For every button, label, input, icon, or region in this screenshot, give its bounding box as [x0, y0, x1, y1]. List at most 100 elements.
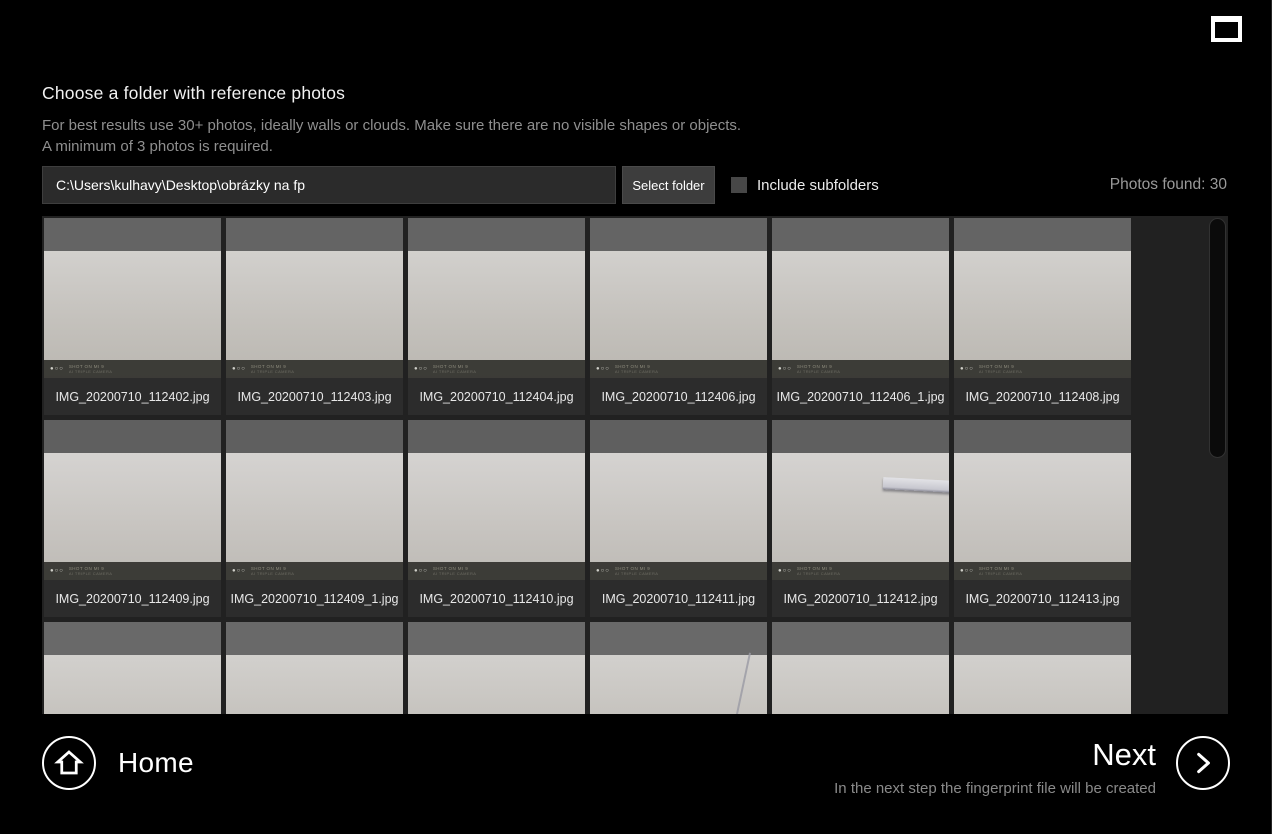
photo-wall-area — [590, 655, 767, 714]
watermark-line-2: AI TRIPLE CAMERA — [615, 369, 658, 374]
next-arrow-icon — [1176, 736, 1230, 790]
shot-on-mi-watermark: ●○○ SHOT ON MI 9 AI TRIPLE CAMERA — [772, 562, 949, 580]
photo-thumbnail: ●○○ SHOT ON MI 9 AI TRIPLE CAMERA — [226, 218, 403, 378]
photo-wall-area — [408, 655, 585, 714]
maximize-button[interactable] — [1211, 16, 1242, 42]
photo-tile[interactable]: ●○○ SHOT ON MI 9 AI TRIPLE CAMERA IMG_20… — [590, 218, 767, 415]
photo-top-band — [954, 420, 1131, 453]
photo-tile[interactable]: ●○○ SHOT ON MI 9 AI TRIPLE CAMERA IMG_20… — [226, 420, 403, 617]
photo-filename: IMG_20200710_112410.jpg — [408, 580, 585, 617]
photo-wall-area — [226, 655, 403, 714]
photo-wall-area — [590, 251, 767, 378]
home-button[interactable]: Home — [42, 736, 194, 790]
watermark-dots-icon: ●○○ — [596, 366, 610, 372]
photo-tile[interactable]: ●○○ SHOT ON MI 9 AI TRIPLE CAMERA IMG_20… — [44, 218, 221, 415]
home-label: Home — [118, 747, 194, 779]
page-subtitle: For best results use 30+ photos, ideally… — [42, 115, 741, 157]
photo-thumbnail: ●○○ SHOT ON MI 9 AI TRIPLE CAMERA — [44, 420, 221, 580]
photo-tile[interactable]: ●○○ SHOT ON MI 9 AI TRIPLE CAMERA IMG_20… — [954, 420, 1131, 617]
watermark-dots-icon: ●○○ — [596, 568, 610, 574]
photo-tile[interactable]: ●○○ SHOT ON MI 9 AI TRIPLE CAMERA — [44, 622, 221, 714]
photo-thumbnail: ●○○ SHOT ON MI 9 AI TRIPLE CAMERA — [44, 622, 221, 714]
photo-tile[interactable]: ●○○ SHOT ON MI 9 AI TRIPLE CAMERA IMG_20… — [44, 420, 221, 617]
photo-tile[interactable]: ●○○ SHOT ON MI 9 AI TRIPLE CAMERA — [226, 622, 403, 714]
photo-top-band — [590, 622, 767, 655]
photo-tile[interactable]: ●○○ SHOT ON MI 9 AI TRIPLE CAMERA — [408, 622, 585, 714]
photo-tile[interactable]: ●○○ SHOT ON MI 9 AI TRIPLE CAMERA IMG_20… — [408, 420, 585, 617]
watermark-dots-icon: ●○○ — [414, 366, 428, 372]
watermark-line-2: AI TRIPLE CAMERA — [797, 369, 840, 374]
photo-top-band — [954, 622, 1131, 655]
photos-found-count: Photos found: 30 — [1110, 176, 1227, 194]
photo-filename: IMG_20200710_112409_1.jpg — [226, 580, 403, 617]
photo-thumbnail: ●○○ SHOT ON MI 9 AI TRIPLE CAMERA — [408, 420, 585, 580]
photo-tile[interactable]: ●○○ SHOT ON MI 9 AI TRIPLE CAMERA IMG_20… — [772, 420, 949, 617]
subtitle-line-2: A minimum of 3 photos is required. — [42, 136, 741, 157]
photo-tile[interactable]: ●○○ SHOT ON MI 9 AI TRIPLE CAMERA — [772, 622, 949, 714]
photo-top-band — [772, 420, 949, 453]
photo-thumbnail: ●○○ SHOT ON MI 9 AI TRIPLE CAMERA — [772, 622, 949, 714]
photo-top-band — [226, 622, 403, 655]
select-folder-button[interactable]: Select folder — [622, 166, 715, 204]
watermark-line-2: AI TRIPLE CAMERA — [251, 571, 294, 576]
edge-photo-detail — [729, 653, 751, 714]
photo-wall-area — [590, 453, 767, 580]
grid-scrollbar-thumb[interactable] — [1209, 218, 1226, 458]
photo-top-band — [408, 218, 585, 251]
photo-thumbnail: ●○○ SHOT ON MI 9 AI TRIPLE CAMERA — [772, 218, 949, 378]
watermark-line-2: AI TRIPLE CAMERA — [433, 369, 476, 374]
photo-tile[interactable]: ●○○ SHOT ON MI 9 AI TRIPLE CAMERA IMG_20… — [590, 420, 767, 617]
photo-top-band — [590, 420, 767, 453]
watermark-line-2: AI TRIPLE CAMERA — [979, 571, 1022, 576]
photo-grid: ●○○ SHOT ON MI 9 AI TRIPLE CAMERA IMG_20… — [42, 216, 1228, 714]
photo-filename: IMG_20200710_112411.jpg — [590, 580, 767, 617]
folder-path-input[interactable] — [42, 166, 616, 204]
watermark-dots-icon: ●○○ — [414, 568, 428, 574]
photo-tile[interactable]: ●○○ SHOT ON MI 9 AI TRIPLE CAMERA IMG_20… — [408, 218, 585, 415]
next-label: Next — [1092, 738, 1156, 772]
photo-top-band — [44, 420, 221, 453]
photo-wall-area — [772, 655, 949, 714]
watermark-dots-icon: ●○○ — [232, 366, 246, 372]
photo-top-band — [590, 218, 767, 251]
watermark-line-2: AI TRIPLE CAMERA — [69, 369, 112, 374]
shot-on-mi-watermark: ●○○ SHOT ON MI 9 AI TRIPLE CAMERA — [590, 562, 767, 580]
photo-wall-area — [44, 453, 221, 580]
photo-tile[interactable]: ●○○ SHOT ON MI 9 AI TRIPLE CAMERA — [954, 622, 1131, 714]
include-subfolders-label: Include subfolders — [757, 177, 879, 194]
photo-top-band — [44, 218, 221, 251]
photo-top-band — [954, 218, 1131, 251]
photo-tile[interactable]: ●○○ SHOT ON MI 9 AI TRIPLE CAMERA — [590, 622, 767, 714]
photo-top-band — [226, 420, 403, 453]
page-title: Choose a folder with reference photos — [42, 83, 345, 104]
watermark-line-2: AI TRIPLE CAMERA — [69, 571, 112, 576]
next-hint: In the next step the fingerprint file wi… — [834, 780, 1156, 797]
photo-filename: IMG_20200710_112402.jpg — [44, 378, 221, 415]
photo-thumbnail: ●○○ SHOT ON MI 9 AI TRIPLE CAMERA — [408, 622, 585, 714]
photo-wall-area — [954, 655, 1131, 714]
photo-filename: IMG_20200710_112409.jpg — [44, 580, 221, 617]
photo-filename: IMG_20200710_112404.jpg — [408, 378, 585, 415]
maximize-icon — [1211, 16, 1242, 42]
photo-thumbnail: ●○○ SHOT ON MI 9 AI TRIPLE CAMERA — [226, 420, 403, 580]
photo-tile[interactable]: ●○○ SHOT ON MI 9 AI TRIPLE CAMERA IMG_20… — [226, 218, 403, 415]
photo-top-band — [772, 218, 949, 251]
home-icon — [42, 736, 96, 790]
next-button[interactable]: Next In the next step the fingerprint fi… — [834, 736, 1230, 797]
shot-on-mi-watermark: ●○○ SHOT ON MI 9 AI TRIPLE CAMERA — [226, 360, 403, 378]
photo-tile[interactable]: ●○○ SHOT ON MI 9 AI TRIPLE CAMERA IMG_20… — [772, 218, 949, 415]
photo-top-band — [408, 622, 585, 655]
photo-filename: IMG_20200710_112408.jpg — [954, 378, 1131, 415]
shot-on-mi-watermark: ●○○ SHOT ON MI 9 AI TRIPLE CAMERA — [226, 562, 403, 580]
photo-filename: IMG_20200710_112403.jpg — [226, 378, 403, 415]
shot-on-mi-watermark: ●○○ SHOT ON MI 9 AI TRIPLE CAMERA — [954, 562, 1131, 580]
shot-on-mi-watermark: ●○○ SHOT ON MI 9 AI TRIPLE CAMERA — [44, 562, 221, 580]
include-subfolders-checkbox[interactable] — [731, 177, 747, 193]
photo-wall-area — [954, 453, 1131, 580]
shot-on-mi-watermark: ●○○ SHOT ON MI 9 AI TRIPLE CAMERA — [408, 562, 585, 580]
photo-thumbnail: ●○○ SHOT ON MI 9 AI TRIPLE CAMERA — [44, 218, 221, 378]
watermark-line-2: AI TRIPLE CAMERA — [797, 571, 840, 576]
watermark-dots-icon: ●○○ — [778, 366, 792, 372]
photo-tile[interactable]: ●○○ SHOT ON MI 9 AI TRIPLE CAMERA IMG_20… — [954, 218, 1131, 415]
photo-wall-area — [44, 655, 221, 714]
